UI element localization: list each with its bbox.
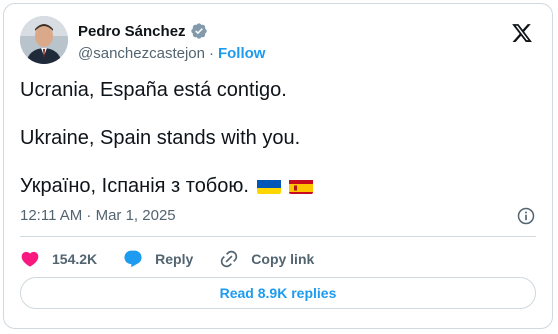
tweet-text-ukrainian-row: Україно, Іспанія з тобою. [20, 174, 536, 198]
divider [20, 236, 536, 237]
tweet-text-english: Ukraine, Spain stands with you. [20, 127, 301, 149]
copy-link-button[interactable]: Copy link [219, 249, 314, 269]
ukraine-flag-icon [256, 178, 281, 194]
tweet-text-ukrainian: Україно, Іспанія з тобою. [20, 175, 249, 197]
tweet-text-spanish: Ucrania, España está contigo. [20, 79, 287, 101]
like-count: 154.2K [52, 251, 98, 267]
follow-button[interactable]: Follow [218, 45, 266, 62]
author-name[interactable]: Pedro Sánchez [78, 23, 186, 40]
read-replies-label: Read 8.9K replies [219, 285, 337, 301]
x-logo-icon[interactable] [510, 22, 534, 44]
heart-icon [21, 251, 39, 267]
copy-link-label: Copy link [251, 251, 315, 267]
reply-label: Reply [155, 251, 194, 267]
separator-dot: · [208, 45, 214, 62]
verified-badge-icon [190, 23, 207, 39]
like-button[interactable]: 154.2K [20, 249, 97, 269]
spain-flag-icon [288, 178, 313, 194]
name-row: Pedro Sánchez [78, 22, 208, 40]
reply-bubble-icon [124, 250, 142, 268]
author-handle[interactable]: @sanchezcastejon [78, 45, 205, 62]
tweet-timestamp[interactable]: 12:11 AM · Mar 1, 2025 [20, 207, 176, 224]
avatar-image [20, 16, 68, 64]
action-bar: 154.2K Reply Copy link [20, 246, 340, 272]
handle-row: @sanchezcastejon · Follow [78, 45, 265, 62]
info-icon[interactable] [516, 206, 536, 226]
tweet-header: Pedro Sánchez @sanchezcastejon · Follow [20, 16, 536, 64]
link-icon [221, 250, 238, 268]
avatar[interactable] [20, 16, 68, 64]
read-replies-button[interactable]: Read 8.9K replies [20, 277, 536, 309]
tweet-card: Pedro Sánchez @sanchezcastejon · Follow … [3, 3, 553, 329]
reply-button[interactable]: Reply [123, 249, 193, 269]
